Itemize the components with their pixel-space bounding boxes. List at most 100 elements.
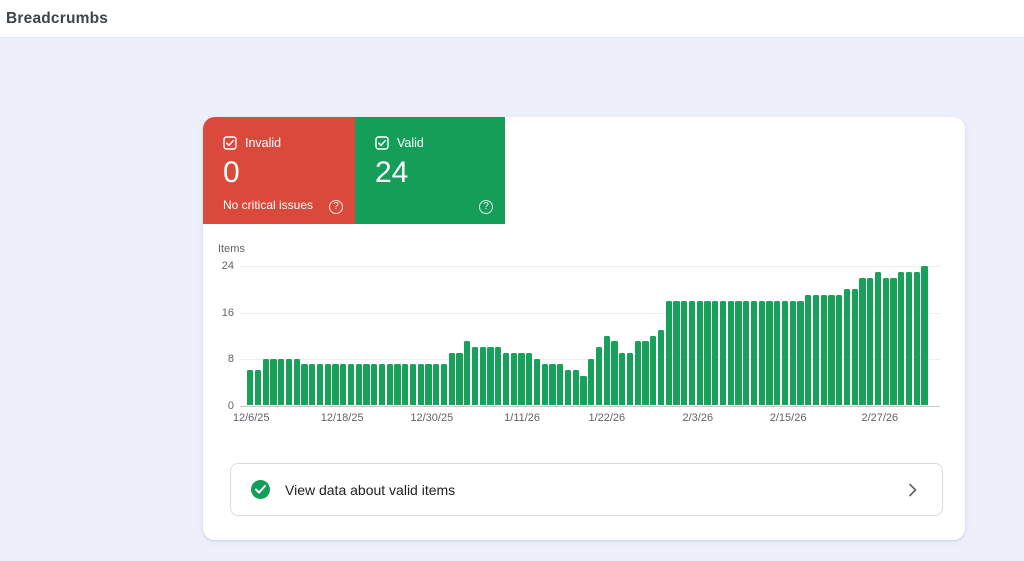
bar [812, 294, 819, 405]
invalid-tile[interactable]: Invalid 0 No critical issues ? [203, 117, 355, 224]
bar-plot [247, 266, 928, 405]
bar [696, 300, 703, 405]
check-circle-icon [251, 480, 270, 499]
bar [425, 364, 432, 405]
bar [440, 364, 447, 405]
bar [905, 271, 912, 405]
bar [386, 364, 393, 405]
bar [378, 364, 385, 405]
valid-tile[interactable]: Valid 24 ? [355, 117, 505, 224]
chart-plot-area [240, 266, 940, 407]
bar [394, 364, 401, 405]
bar [913, 271, 920, 405]
chart-x-axis: 12/6/25 12/18/25 12/30/25 1/11/26 1/22/26 2/3… [233, 412, 940, 426]
help-icon[interactable]: ? [329, 200, 343, 214]
bar [619, 352, 626, 405]
bar [874, 271, 881, 405]
bar [805, 294, 812, 405]
report-card: Invalid 0 No critical issues ? Valid 24 … [203, 117, 965, 540]
bar [836, 294, 843, 405]
bar [278, 358, 285, 405]
x-tick-label: 12/18/25 [320, 412, 364, 424]
bar [502, 352, 509, 405]
bar [611, 341, 618, 405]
bar [921, 266, 928, 405]
bar [758, 300, 765, 405]
bar [859, 277, 866, 405]
bar [681, 300, 688, 405]
valid-count: 24 [375, 156, 409, 189]
bar [766, 300, 773, 405]
y-tick-label: 16 [221, 306, 234, 319]
bar [471, 347, 478, 405]
bar [324, 364, 331, 405]
bar [572, 370, 579, 405]
bar [851, 289, 858, 405]
bar [564, 370, 571, 405]
bar [781, 300, 788, 405]
bar [347, 364, 354, 405]
bar [882, 277, 889, 405]
bar [510, 352, 517, 405]
help-icon[interactable]: ? [479, 200, 493, 214]
bar [417, 364, 424, 405]
chart-y-axis: 24 16 8 0 [203, 260, 234, 412]
x-tick-label: 12/30/25 [410, 412, 454, 424]
bar [402, 364, 409, 405]
bar [650, 335, 657, 405]
bar [247, 370, 254, 405]
bar [595, 347, 602, 405]
bar [285, 358, 292, 405]
bar [340, 364, 347, 405]
bar [743, 300, 750, 405]
bar [657, 329, 664, 405]
bar [588, 358, 595, 405]
x-tick-label: 2/15/26 [769, 412, 807, 424]
bar [270, 358, 277, 405]
valid-label: Valid [397, 136, 424, 150]
bar [355, 364, 362, 405]
bar [301, 364, 308, 405]
bar [433, 364, 440, 405]
bar [673, 300, 680, 405]
view-valid-items-row[interactable]: View data about valid items [230, 463, 943, 516]
bar [533, 358, 540, 405]
bar [867, 277, 874, 405]
bar [774, 300, 781, 405]
page-title: Breadcrumbs [6, 9, 109, 27]
bar [262, 358, 269, 405]
view-valid-items-label: View data about valid items [285, 481, 456, 498]
chevron-right-icon [908, 483, 918, 497]
x-axis-baseline [240, 406, 940, 407]
bar [727, 300, 734, 405]
bar [820, 294, 827, 405]
invalid-label: Invalid [245, 136, 282, 150]
bar [750, 300, 757, 405]
x-tick-label: 1/11/26 [504, 412, 541, 424]
bar [843, 289, 850, 405]
bar [541, 364, 548, 405]
bar [828, 294, 835, 405]
x-tick-label: 1/22/26 [588, 412, 626, 424]
invalid-count: 0 [223, 156, 240, 189]
bar [580, 376, 587, 405]
y-tick-label: 0 [227, 400, 234, 412]
bar [719, 300, 726, 405]
checkbox-checked-icon [223, 136, 237, 150]
x-tick-label: 2/27/26 [861, 412, 899, 424]
bar [898, 271, 905, 405]
bar [634, 341, 641, 405]
y-tick-label: 24 [221, 260, 234, 272]
x-tick-label: 2/3/26 [682, 412, 714, 424]
bar [495, 347, 502, 405]
bar [316, 364, 323, 405]
valid-tile-header: Valid [375, 136, 505, 150]
bar [665, 300, 672, 405]
checkbox-checked-icon [375, 136, 389, 150]
bar [890, 277, 897, 405]
bar [688, 300, 695, 405]
bar [293, 358, 300, 405]
bar [526, 352, 533, 405]
bar [479, 347, 486, 405]
bar [642, 341, 649, 405]
